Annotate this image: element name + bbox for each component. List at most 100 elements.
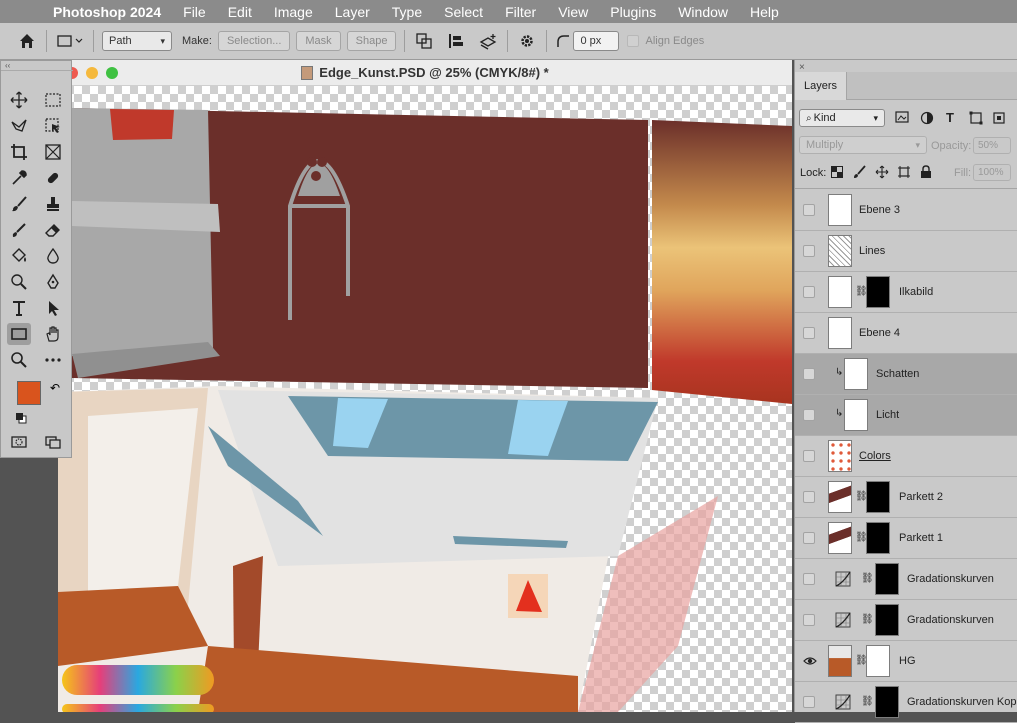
radius-input[interactable]: 0 px (573, 31, 620, 51)
canvas[interactable] (58, 86, 792, 712)
menu-select[interactable]: Select (444, 4, 483, 20)
move-tool-icon[interactable] (7, 89, 31, 111)
eyedropper-tool-icon[interactable] (7, 167, 31, 189)
object-selection-tool-icon[interactable] (41, 115, 65, 137)
layer-row-licht[interactable]: ↳ Licht (795, 395, 1017, 436)
layer-mask-thumbnail[interactable] (866, 522, 890, 554)
smart-object-filter-icon[interactable] (992, 111, 1006, 125)
default-colors-icon[interactable] (15, 411, 27, 424)
layer-visibility-toggle[interactable] (803, 696, 815, 708)
menu-type[interactable]: Type (392, 4, 422, 20)
mode-select[interactable]: Path ▾ (102, 31, 172, 51)
layer-visibility-toggle[interactable] (803, 327, 815, 339)
lock-all-icon[interactable] (920, 165, 932, 179)
type-filter-icon[interactable]: T (946, 110, 954, 125)
brush-tool-icon[interactable] (7, 193, 31, 215)
clone-stamp-tool-icon[interactable] (41, 193, 65, 215)
align-edges-checkbox[interactable] (627, 35, 640, 47)
filter-kind-select[interactable]: ⌕ Kind ▾ (799, 109, 885, 127)
layer-mask-thumbnail[interactable] (866, 276, 890, 308)
menu-filter[interactable]: Filter (505, 4, 536, 20)
link-icon[interactable]: ⛓ (861, 573, 874, 584)
layer-visibility-toggle[interactable] (803, 450, 815, 462)
path-selection-tool-icon[interactable] (41, 297, 65, 319)
make-selection-button[interactable]: Selection... (217, 31, 291, 51)
layer-row-ebene-4[interactable]: Ebene 4 (795, 313, 1017, 354)
layer-row-parkett-1[interactable]: ⛓ Parkett 1 (795, 518, 1017, 559)
lock-position-icon[interactable] (875, 165, 889, 179)
eye-icon[interactable] (803, 654, 817, 668)
swap-colors-icon[interactable]: ↶ (50, 381, 60, 395)
home-icon[interactable] (16, 30, 38, 52)
blend-mode-select[interactable]: Multiply ▾ (799, 136, 927, 154)
layer-row-gradationskurven-1[interactable]: ⛓ Gradationskurven (795, 559, 1017, 600)
paint-bucket-tool-icon[interactable] (7, 245, 31, 267)
more-tools-icon[interactable] (41, 349, 65, 371)
adjustment-filter-icon[interactable] (920, 111, 934, 125)
pen-tool-icon[interactable] (41, 271, 65, 293)
path-arrangement-icon[interactable] (477, 32, 499, 50)
shape-filter-icon[interactable] (969, 111, 983, 125)
zoom-window-button[interactable] (106, 67, 118, 79)
quick-mask-icon[interactable] (7, 431, 31, 453)
menu-file[interactable]: File (183, 4, 206, 20)
layer-row-gradationskurven-2[interactable]: ⛓ Gradationskurven (795, 600, 1017, 641)
blur-tool-icon[interactable] (41, 245, 65, 267)
minimize-window-button[interactable] (86, 67, 98, 79)
layer-row-ilkabild[interactable]: ⛓ Ilkabild (795, 272, 1017, 313)
rectangle-tool-icon[interactable] (7, 323, 31, 345)
tab-layers[interactable]: Layers (795, 72, 847, 100)
marquee-tool-icon[interactable] (41, 89, 65, 111)
lock-artboard-icon[interactable] (897, 165, 911, 179)
layer-row-parkett-2[interactable]: ⛓ Parkett 2 (795, 477, 1017, 518)
menu-plugins[interactable]: Plugins (610, 4, 656, 20)
layer-mask-thumbnail[interactable] (875, 604, 899, 636)
pixel-filter-icon[interactable] (895, 111, 911, 125)
healing-brush-tool-icon[interactable] (41, 167, 65, 189)
app-name-menu[interactable]: Photoshop 2024 (53, 4, 161, 20)
zoom-tool-icon[interactable] (7, 349, 31, 371)
history-brush-tool-icon[interactable] (7, 219, 31, 241)
frame-tool-icon[interactable] (41, 141, 65, 163)
menu-help[interactable]: Help (750, 4, 779, 20)
layer-visibility-toggle[interactable] (803, 245, 815, 257)
layer-row-schatten[interactable]: ↳ Schatten (795, 354, 1017, 395)
make-shape-button[interactable]: Shape (346, 31, 397, 51)
opacity-input[interactable]: 50% (973, 137, 1011, 154)
layer-visibility-toggle[interactable] (803, 409, 815, 421)
link-icon[interactable]: ⛓ (861, 696, 874, 707)
layer-visibility-toggle[interactable] (803, 614, 815, 626)
link-icon[interactable]: ⛓ (861, 614, 874, 625)
gear-icon[interactable] (516, 32, 538, 50)
menu-window[interactable]: Window (678, 4, 728, 20)
layer-visibility-toggle[interactable] (803, 532, 815, 544)
dodge-tool-icon[interactable] (7, 271, 31, 293)
type-tool-icon[interactable] (7, 297, 31, 319)
layer-row-lines[interactable]: Lines (795, 231, 1017, 272)
tools-panel-header[interactable]: ‹‹ (1, 61, 73, 71)
hand-tool-icon[interactable] (41, 323, 65, 345)
lock-image-pixels-icon[interactable] (853, 165, 867, 179)
path-operations-icon[interactable] (413, 32, 435, 50)
menu-view[interactable]: View (558, 4, 588, 20)
foreground-color-swatch[interactable] (17, 381, 41, 405)
lock-transparent-pixels-icon[interactable] (831, 166, 843, 178)
layer-row-ebene-3[interactable]: Ebene 3 (795, 190, 1017, 231)
layer-mask-thumbnail[interactable] (875, 563, 899, 595)
tool-preset-picker[interactable] (55, 33, 85, 49)
layer-visibility-toggle[interactable] (803, 491, 815, 503)
layer-visibility-toggle[interactable] (803, 368, 815, 380)
layer-row-hg[interactable]: ⛓ HG (795, 641, 1017, 682)
menu-layer[interactable]: Layer (335, 4, 370, 20)
layer-row-gradationskurven-kopie[interactable]: ⛓ Gradationskurven Kopie (795, 682, 1017, 723)
path-alignment-icon[interactable] (445, 32, 467, 50)
layer-visibility-toggle[interactable] (803, 204, 815, 216)
menu-image[interactable]: Image (274, 4, 313, 20)
layer-visibility-toggle[interactable] (803, 573, 815, 585)
lasso-tool-icon[interactable] (7, 115, 31, 137)
menu-edit[interactable]: Edit (228, 4, 252, 20)
layer-mask-thumbnail[interactable] (875, 686, 899, 718)
layer-visibility-toggle[interactable] (803, 286, 815, 298)
layer-row-colors[interactable]: Colors (795, 436, 1017, 477)
crop-tool-icon[interactable] (7, 141, 31, 163)
